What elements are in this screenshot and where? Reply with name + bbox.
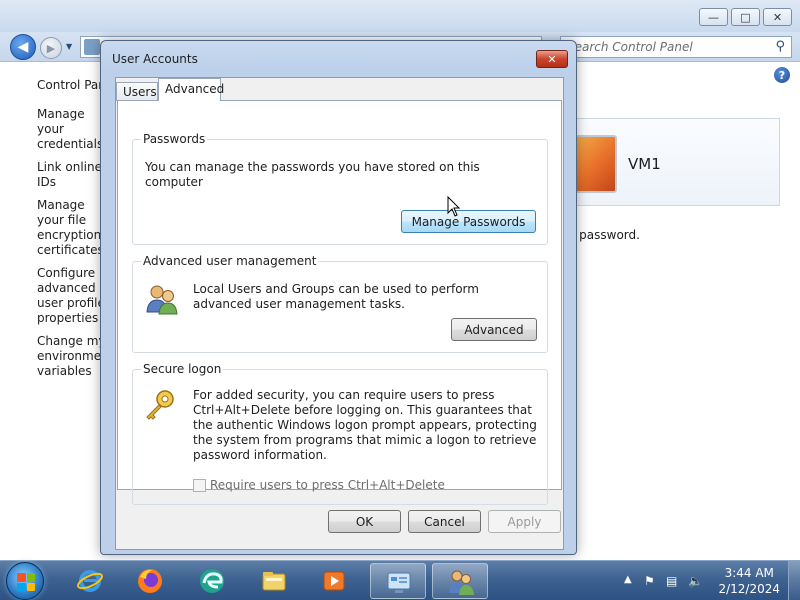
firefox-icon [138,569,162,593]
search-input[interactable]: Search Control Panel ⚲ [560,36,792,58]
tab-advanced[interactable]: Advanced [158,78,224,101]
taskbar-media-player[interactable] [306,563,362,599]
file-explorer-icon [262,572,286,591]
left-nav-link[interactable]: Manage your file encryption certificates [37,198,107,258]
dialog-close-button[interactable]: ✕ [536,50,568,68]
password-status-text: a password. [568,228,640,242]
edge-icon [200,569,224,593]
search-icon[interactable]: ⚲ [775,39,785,54]
forward-button[interactable]: ▶ [40,37,62,59]
internet-explorer-icon [77,570,103,592]
taskbar-user-accounts[interactable] [432,563,488,599]
apply-button[interactable]: Apply [488,510,561,533]
maximize-button[interactable]: □ [731,8,760,26]
advanced-tab-panel: Passwords You can manage the passwords y… [117,100,562,505]
taskbar-control-panel[interactable] [370,563,426,599]
taskbar-edge[interactable] [184,563,240,599]
taskbar: ▲ ⚑ ▤ 🔈 3:44 AM 2/12/2024 [0,560,800,600]
clock-date: 2/12/2024 [718,582,780,596]
advanced-user-management-description: Local Users and Groups can be used to pe… [193,282,479,311]
network-icon[interactable]: ▤ [666,574,680,588]
advanced-user-management-group: Advanced user management Local Users and… [132,254,548,353]
start-button[interactable] [6,562,44,600]
system-tray: ▲ ⚑ ▤ 🔈 3:44 AM 2/12/2024 [620,561,800,600]
show-desktop-button[interactable] [788,561,800,600]
clock[interactable]: 3:44 AM 2/12/2024 [718,565,780,597]
left-nav-link[interactable]: Configure advanced user profile properti… [37,266,107,326]
advanced-user-management-label: Advanced user management [141,254,319,268]
user-accounts-dialog: User Accounts ✕ Users Advanced Passwords… [100,40,577,555]
secure-logon-group: Secure logon For added security, you can… [132,362,548,505]
chevron-down-icon: ▼ [66,42,73,51]
help-icon[interactable]: ? [774,67,790,83]
show-hidden-icons-icon[interactable]: ▲ [624,574,638,588]
back-button[interactable]: ◀ [10,34,36,60]
tab-users[interactable]: Users [116,82,158,101]
passwords-group: Passwords You can manage the passwords y… [132,132,548,245]
require-ctrl-alt-delete-row: Require users to press Ctrl+Alt+Delete [193,478,445,492]
recent-pages-dropdown[interactable]: ▼ [66,42,72,51]
users-group-icon [146,285,178,315]
passwords-description: You can manage the passwords you have st… [145,160,480,189]
volume-muted-icon[interactable]: 🔈 [688,574,703,588]
key-icon [146,390,174,420]
window-controls: — □ ✕ [699,8,792,26]
ok-button[interactable]: OK [328,510,401,533]
close-icon: ✕ [547,52,557,66]
control-panel-home-link[interactable]: Control Panel Home [37,78,107,93]
control-panel-icon [84,39,100,55]
minimize-button[interactable]: — [699,8,728,26]
minimize-icon: — [708,10,719,24]
arrow-left-icon: ◀ [17,39,29,55]
user-name: VM1 [628,155,661,173]
search-placeholder: Search Control Panel [567,40,693,54]
mouse-cursor-icon [447,196,461,217]
taskbar-file-explorer[interactable] [246,563,302,599]
close-icon: ✕ [772,10,783,24]
left-nav-link[interactable]: Link online IDs [37,160,107,190]
dialog-title: User Accounts [112,52,198,66]
dialog-body: Users Advanced Passwords You can manage … [115,77,564,550]
windows-logo-icon [17,573,35,591]
manage-passwords-button[interactable]: Manage Passwords [401,210,536,233]
taskbar-internet-explorer[interactable] [62,563,118,599]
arrow-right-icon: ▶ [46,41,56,55]
left-nav-link[interactable]: Change my environment variables [37,334,107,379]
control-panel-titlebar: — □ ✕ [0,0,800,32]
cancel-button[interactable]: Cancel [408,510,481,533]
maximize-icon: □ [740,10,751,24]
user-accounts-icon [449,570,474,595]
left-nav: Control Panel Home Manage your credentia… [37,78,107,387]
taskbar-firefox[interactable] [122,563,178,599]
media-player-icon [323,571,345,591]
require-ctrl-alt-delete-label: Require users to press Ctrl+Alt+Delete [210,478,445,492]
secure-logon-label: Secure logon [141,362,224,376]
secure-logon-description: For added security, you can require user… [193,388,537,462]
user-account-card: VM1 [560,118,780,206]
control-panel-icon [387,572,411,593]
clock-time: 3:44 AM [724,566,774,580]
advanced-button[interactable]: Advanced [451,318,537,341]
left-nav-link[interactable]: Manage your credentials [37,107,107,152]
action-center-flag-icon[interactable]: ⚑ [644,574,658,588]
require-ctrl-alt-delete-checkbox[interactable] [193,478,206,492]
close-button[interactable]: ✕ [763,8,792,26]
passwords-group-label: Passwords [141,132,208,146]
